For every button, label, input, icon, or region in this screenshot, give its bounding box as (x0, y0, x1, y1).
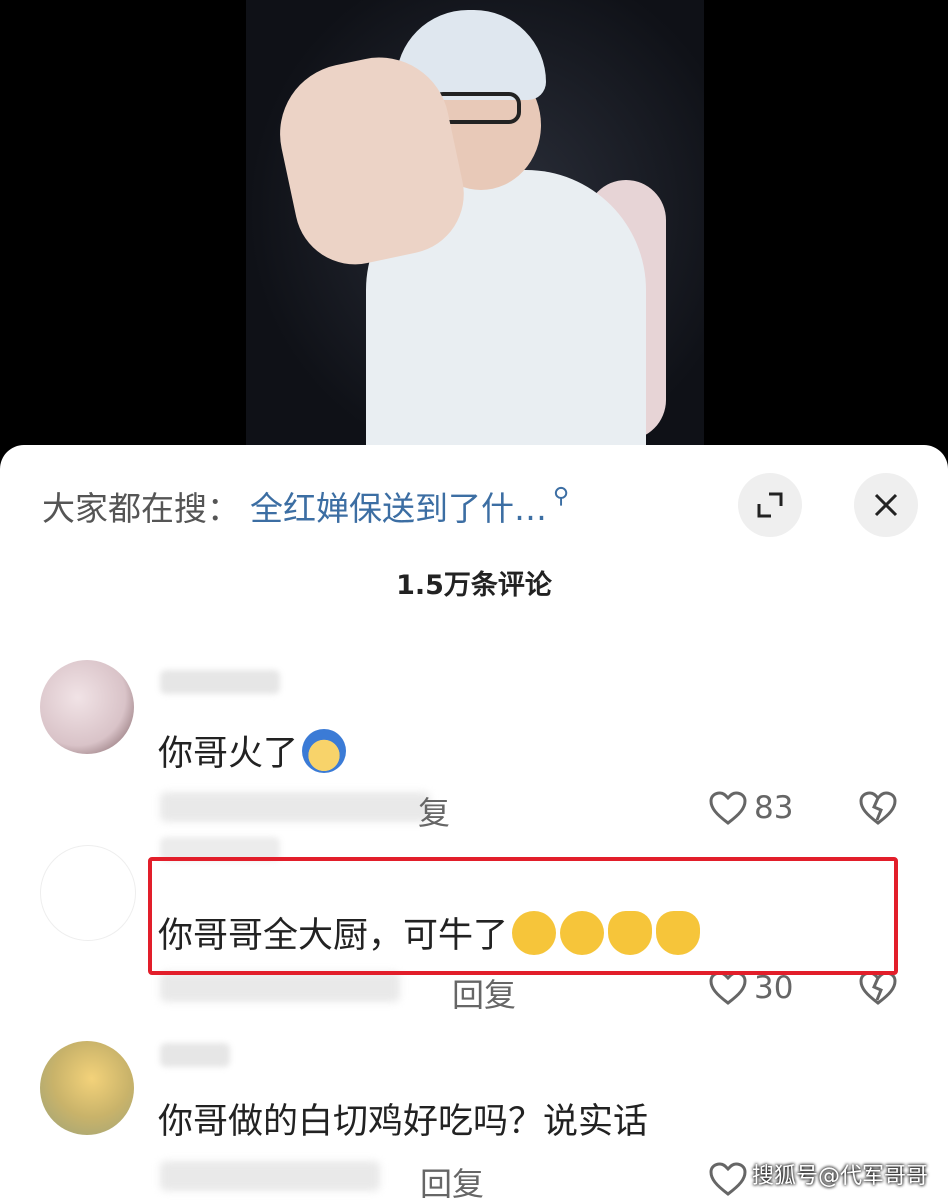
broken-heart-icon (859, 971, 897, 1005)
broken-heart-icon (859, 791, 897, 825)
expand-icon (757, 492, 783, 518)
dislike-button[interactable] (858, 790, 898, 830)
comment-meta (160, 792, 430, 822)
comment-text-content: 你哥火了 (158, 734, 299, 774)
username[interactable] (160, 670, 280, 694)
comment-sheet: 大家都在搜： 全红婵保送到了什… ⚲ 1.5万条评论 你哥火了 复 83 你哥哥… (0, 445, 948, 1200)
heart-icon (709, 1162, 747, 1196)
username[interactable] (160, 1043, 230, 1067)
blue-hair-face-emoji (302, 729, 347, 773)
heart-icon (709, 791, 747, 825)
comment-text: 你哥做的白切鸡好吃吗？说实话 (158, 1102, 649, 1142)
avatar[interactable] (40, 1041, 134, 1135)
like-button[interactable] (708, 1161, 754, 1197)
dislike-button[interactable] (858, 970, 898, 1010)
comment-count: 1.5万条评论 (396, 570, 552, 601)
trending-search[interactable]: 大家都在搜： 全红婵保送到了什… ⚲ (42, 481, 569, 531)
like-button[interactable]: 83 (708, 790, 793, 826)
close-button[interactable] (854, 473, 918, 537)
comment-meta (160, 972, 400, 1002)
reply-button[interactable]: 回复 (420, 1159, 484, 1200)
video-area[interactable] (0, 0, 948, 470)
search-prefix: 大家都在搜： (42, 489, 240, 528)
reply-button[interactable]: 复 (418, 788, 450, 834)
reply-button[interactable]: 回复 (452, 970, 516, 1016)
search-link[interactable]: 全红婵保送到了什… (250, 482, 547, 530)
video-photo (246, 0, 704, 470)
avatar[interactable] (40, 660, 134, 754)
comment-item: 你哥火了 复 83 (0, 640, 948, 832)
like-button[interactable]: 30 (708, 970, 793, 1006)
like-count: 83 (754, 790, 794, 826)
search-icon: ⚲ (553, 483, 570, 509)
highlight-box (148, 857, 898, 975)
expand-button[interactable] (738, 473, 802, 537)
close-icon (874, 493, 898, 517)
heart-icon (709, 971, 747, 1005)
avatar[interactable] (40, 845, 136, 941)
watermark: 搜狐号@代军哥哥 (751, 1164, 928, 1189)
comment-meta (160, 1161, 380, 1191)
like-count: 30 (754, 970, 794, 1006)
comment-text: 你哥火了 (158, 725, 347, 777)
